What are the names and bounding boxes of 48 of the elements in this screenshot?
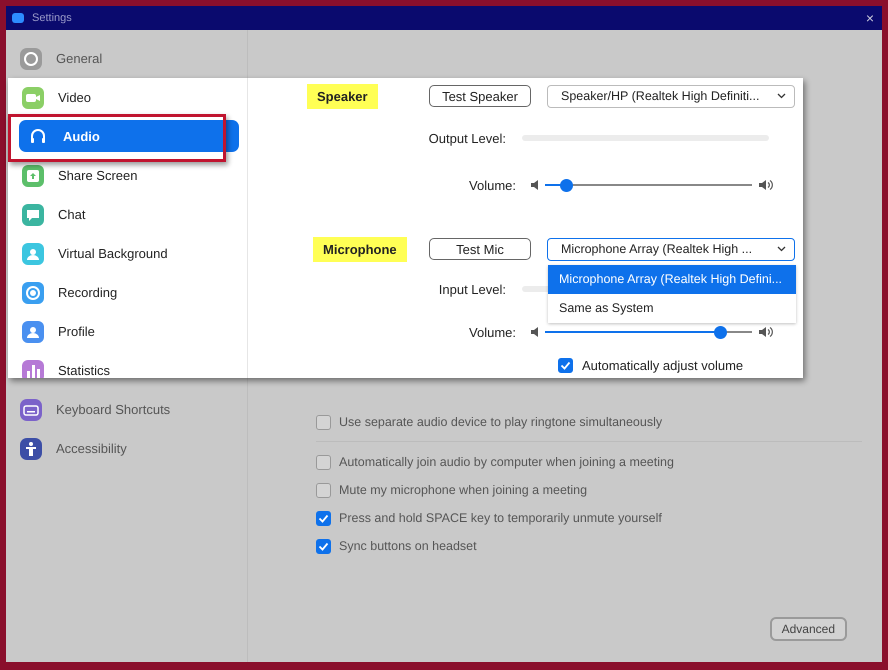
- sidebar-item[interactable]: Profile: [8, 312, 247, 351]
- speaker-loud-icon: [758, 179, 774, 191]
- slider-thumb[interactable]: [714, 326, 727, 338]
- volume-slider[interactable]: [545, 178, 752, 192]
- checkbox[interactable]: [316, 454, 331, 470]
- checkbox[interactable]: [558, 358, 573, 372]
- sidebar-item[interactable]: General: [6, 39, 247, 78]
- field-label: Volume:: [468, 324, 517, 340]
- advanced-button[interactable]: Advanced: [770, 617, 847, 641]
- field-label: Volume:: [468, 178, 517, 192]
- option-label: Automatically join audio by computer when joining a meeting: [339, 455, 674, 469]
- sidebar-item[interactable]: Chat: [8, 195, 247, 234]
- checkbox-label: Automatically adjust volume: [582, 358, 744, 372]
- speaker-quiet-icon: [530, 179, 539, 191]
- checkbox[interactable]: [316, 538, 331, 554]
- test-button[interactable]: Test Mic: [429, 238, 531, 260]
- volume-slider[interactable]: [545, 326, 752, 338]
- sidebar-item[interactable]: Share Screen: [8, 156, 247, 195]
- test-button[interactable]: Test Speaker: [429, 85, 531, 107]
- speaker-quiet-icon: [530, 326, 539, 338]
- sidebar-item[interactable]: Virtual Background: [8, 234, 247, 273]
- menu-item[interactable]: Microphone Array (Realtek High Defini...: [548, 264, 796, 294]
- field-label: Input Level:: [438, 282, 507, 296]
- checkbox[interactable]: [316, 510, 331, 526]
- checkbox[interactable]: [316, 414, 331, 430]
- option-label: Sync buttons on headset: [339, 539, 477, 553]
- close-button[interactable]: ×: [866, 10, 874, 26]
- chevron-down-icon: [777, 246, 786, 252]
- app-icon: [12, 13, 24, 23]
- field-label: Output Level:: [428, 130, 507, 146]
- speaker-loud-icon: [758, 326, 774, 338]
- sidebar-item[interactable]: Keyboard Shortcuts: [6, 390, 247, 429]
- sidebar-item[interactable]: Audio: [19, 120, 239, 152]
- menu-item[interactable]: Same as System: [548, 294, 796, 322]
- checkbox[interactable]: [316, 482, 331, 498]
- option-label: Press and hold SPACE key to temporarily unmute yourself: [339, 511, 662, 525]
- section-heading: Microphone: [313, 236, 407, 262]
- sidebar-item[interactable]: Statistics: [8, 351, 247, 378]
- option-label: Use separate audio device to play ringtone simultaneously: [339, 415, 662, 429]
- window-title: Settings: [32, 12, 73, 24]
- device-dropdown[interactable]: Speaker/HP (Realtek High Definiti...: [547, 84, 795, 108]
- slider-thumb[interactable]: [560, 178, 573, 192]
- sidebar-item[interactable]: Accessibility: [6, 429, 247, 468]
- chevron-down-icon: [777, 93, 786, 99]
- section-heading: Speaker: [307, 84, 378, 108]
- sidebar-item[interactable]: Recording: [8, 273, 247, 312]
- sidebar-item[interactable]: Video: [8, 78, 247, 117]
- option-label: Mute my microphone when joining a meeting: [339, 483, 588, 497]
